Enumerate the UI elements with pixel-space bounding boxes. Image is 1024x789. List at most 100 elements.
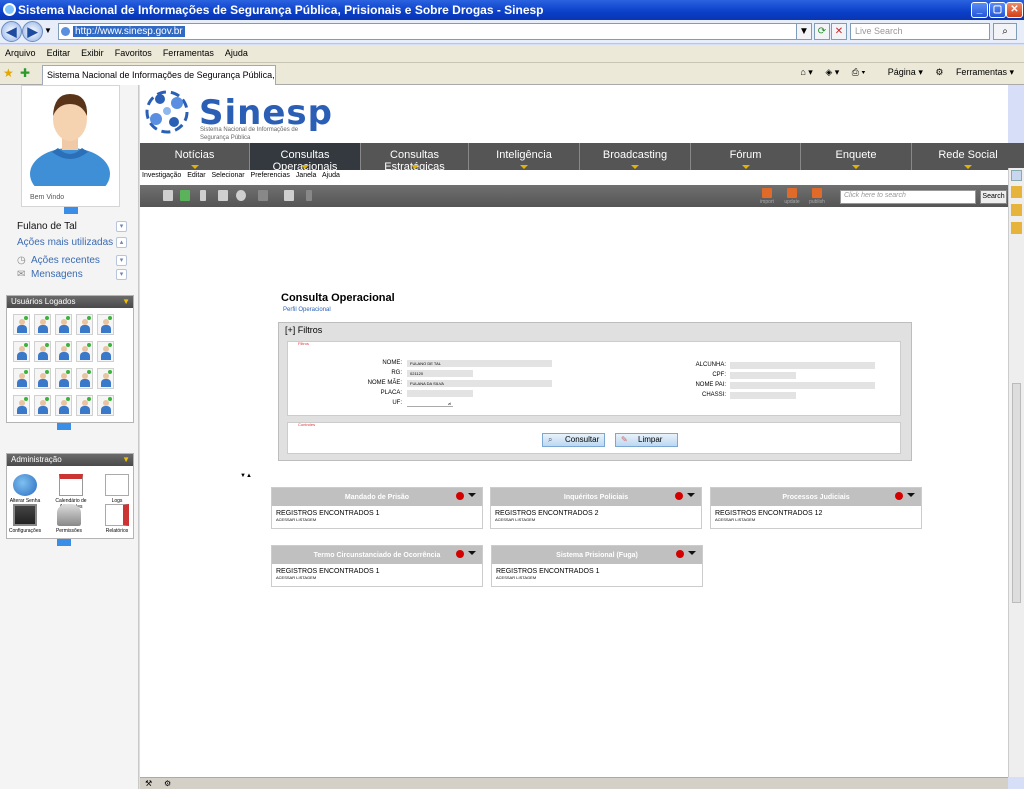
logged-user-avatar[interactable] [55,368,72,389]
card-link[interactable]: ACESSAR LISTAGEM [492,575,702,580]
status-icon[interactable]: ⚙ [164,779,171,788]
address-dropdown-icon[interactable]: ▼ [796,23,812,40]
menu-favoritos[interactable]: Favoritos [115,48,152,58]
logged-user-avatar[interactable] [97,395,114,416]
card-link[interactable]: ACESSAR LISTAGEM [272,575,482,580]
publish-button[interactable]: publish [808,188,826,205]
card-link[interactable]: ACESSAR LISTAGEM [711,517,921,522]
card-menu-icon[interactable] [688,551,696,555]
minimize-button[interactable]: _ [971,2,988,18]
feeds-icon[interactable]: ◈ ▾ [825,67,839,77]
rg-field[interactable]: 021120 [407,370,473,377]
doc-icon[interactable] [163,190,173,201]
scroll-thumb[interactable] [1012,383,1021,603]
chassi-field[interactable] [730,392,796,399]
nav-broadcasting[interactable]: Broadcasting [580,143,691,170]
card-menu-icon[interactable] [907,493,915,497]
nome-pai-field[interactable] [730,382,875,389]
logged-user-avatar[interactable] [97,368,114,389]
submenu-editar[interactable]: Editar [187,172,205,179]
browser-tab[interactable]: Sistema Nacional de Informações de Segur… [42,65,276,85]
submenu-preferencias[interactable]: Preferencias [251,172,290,179]
stop-icon[interactable]: ✕ [831,23,847,40]
submenu-selecionar[interactable]: Selecionar [212,172,245,179]
logged-user-avatar[interactable] [97,314,114,335]
recent-actions[interactable]: ◷ Ações recentes ▾ [17,255,127,266]
logged-user-avatar[interactable] [76,341,93,362]
submenu-ajuda[interactable]: Ajuda [322,172,340,179]
close-window-button[interactable]: ✕ [1006,2,1023,18]
menu-editar[interactable]: Editar [47,48,71,58]
logged-user-avatar[interactable] [55,395,72,416]
card-link[interactable]: ACESSAR LISTAGEM [491,517,701,522]
page-menu[interactable]: Página ▾ [878,67,923,77]
nome-field[interactable]: FULANO DE TAL [407,360,552,367]
dock-collapse-icon[interactable] [1011,170,1022,181]
logged-user-avatar[interactable] [76,368,93,389]
cpf-field[interactable] [730,372,796,379]
logged-user-avatar[interactable] [76,314,93,335]
logged-users-collapse-icon[interactable] [57,423,71,430]
logged-user-avatar[interactable] [97,341,114,362]
site-search-button[interactable]: Search [980,190,1007,204]
chevron-down-icon[interactable]: ▾ [116,269,127,280]
forward-icon[interactable]: ▶ [22,21,43,42]
card-menu-icon[interactable] [468,551,476,555]
logged-user-avatar[interactable] [55,341,72,362]
logged-user-avatar[interactable] [34,341,51,362]
logged-user-avatar[interactable] [76,395,93,416]
placa-field[interactable] [407,390,473,397]
export-icon[interactable] [284,190,294,201]
chevron-down-icon[interactable]: ▾ [116,255,127,266]
card-header[interactable]: Processos Judiciais [711,488,921,506]
logged-user-avatar[interactable] [34,368,51,389]
logged-user-avatar[interactable] [55,314,72,335]
search-icon[interactable]: ⌕ [993,23,1017,40]
maximize-button[interactable]: ▢ [989,2,1006,18]
home-icon[interactable]: ⌂ ▾ [800,67,812,77]
menu-ferramentas[interactable]: Ferramentas [163,48,214,58]
nav-consultas-estrategicas[interactable]: Consultas Estratégicas [361,143,469,173]
reports-item[interactable]: Relatórios [99,504,135,534]
alcunha-field[interactable] [730,362,875,369]
chevron-down-icon[interactable]: ▾ [116,221,127,232]
nav-rede-social[interactable]: Rede Social [912,143,1024,170]
users-icon[interactable] [180,190,190,201]
permissions-item[interactable]: Permissões [51,504,87,534]
tools-icon[interactable] [218,190,228,201]
avatar-collapse-icon[interactable] [64,207,78,214]
card-header[interactable]: Sistema Prisional (Fuga) [492,546,702,564]
nome-mae-field[interactable]: FULANA DA SILVA [407,380,552,387]
history-dropdown-icon[interactable]: ▼ [44,26,52,35]
dock-item-icon[interactable] [1011,204,1022,216]
filter-toggle[interactable]: [+] Filtros [285,325,322,335]
nav-enquete[interactable]: Enquete [801,143,912,170]
dock-item-icon[interactable] [1011,222,1022,234]
admin-collapse-icon[interactable] [57,539,71,546]
panel-toggle-icon[interactable]: ▼ [122,455,130,464]
card-header[interactable]: Mandado de Prisão [272,488,482,506]
submenu-janela[interactable]: Janela [296,172,317,179]
address-bar[interactable]: http://www.sinesp.gov.br [58,23,808,40]
logged-user-avatar[interactable] [34,314,51,335]
pin-icon[interactable] [200,190,206,201]
print-icon[interactable]: ⎙ ▾ [852,67,865,77]
nav-consultas-operacionais[interactable]: Consultas Operacionais [250,143,361,173]
card-link[interactable]: ACESSAR LISTAGEM [272,517,482,522]
chat-icon[interactable] [236,190,246,201]
update-button[interactable]: update [783,188,801,205]
logged-user-avatar[interactable] [13,368,30,389]
collapse-all-icon[interactable]: ▼▲ [240,473,252,479]
change-password-item[interactable]: Alterar Senha [7,474,43,504]
most-used-actions[interactable]: Ações mais utilizadas ▴ [17,237,127,248]
limpar-button[interactable]: ✎ Limpar [615,433,678,447]
settings-item[interactable]: Configurações [7,504,43,534]
logged-user-avatar[interactable] [13,395,30,416]
chevron-up-icon[interactable]: ▴ [116,237,127,248]
card-header[interactable]: Inquéritos Policiais [491,488,701,506]
logged-user-avatar[interactable] [13,341,30,362]
card-menu-icon[interactable] [687,493,695,497]
card-menu-icon[interactable] [468,493,476,497]
back-icon[interactable]: ◀ [1,21,22,42]
nav-inteligencia[interactable]: Inteligência [469,143,580,170]
